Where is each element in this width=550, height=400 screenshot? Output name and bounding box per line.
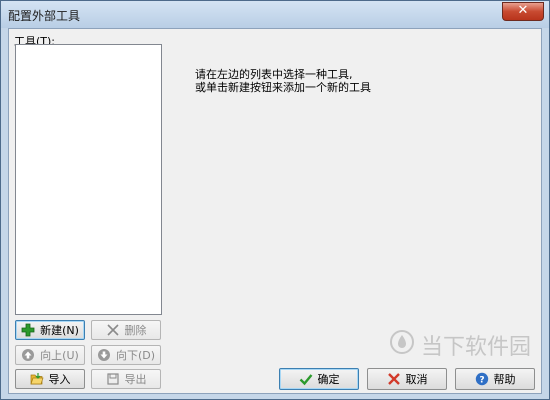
arrow-up-icon (21, 348, 35, 362)
new-tool-label: 新建(N) (40, 324, 79, 337)
window-title: 配置外部工具 (8, 9, 81, 23)
ok-button[interactable]: 确定 (279, 368, 359, 390)
delete-tool-button[interactable]: 删除 (91, 320, 161, 340)
help-label: 帮助 (493, 373, 516, 386)
move-down-label: 向下(D) (115, 349, 156, 362)
watermark-logo-icon (389, 329, 415, 361)
tools-list[interactable] (15, 44, 162, 315)
watermark-text: 当下软件园 (420, 335, 531, 360)
ok-label: 确定 (317, 373, 340, 386)
close-icon: ✕ (517, 3, 529, 18)
instruction-text: 请在左边的列表中选择一种工具, 或单击新建按钮来添加一个新的工具 (195, 68, 371, 94)
dialog-window: 配置外部工具 ✕ 工具(T): 请在左边的列表中选择一种工具, 或单击新建按钮来… (0, 0, 550, 400)
plus-icon (21, 323, 35, 337)
dialog-body: 工具(T): 请在左边的列表中选择一种工具, 或单击新建按钮来添加一个新的工具 … (8, 28, 542, 394)
cancel-button[interactable]: 取消 (367, 368, 447, 390)
move-down-button[interactable]: 向下(D) (91, 345, 161, 365)
import-label: 导入 (48, 373, 71, 386)
help-button[interactable]: ? 帮助 (455, 368, 535, 390)
arrow-down-icon (97, 348, 111, 362)
close-button[interactable]: ✕ (502, 2, 544, 21)
move-up-label: 向上(U) (40, 349, 79, 362)
save-disk-icon (106, 372, 120, 386)
svg-text:?: ? (479, 376, 484, 386)
cancel-label: 取消 (405, 373, 428, 386)
folder-open-icon (30, 372, 44, 386)
delete-tool-label: 删除 (124, 324, 147, 337)
import-button[interactable]: 导入 (15, 369, 85, 389)
delete-x-icon (106, 323, 120, 337)
watermark: 当下软件园 (389, 329, 531, 361)
cancel-x-icon (387, 372, 401, 386)
new-tool-button[interactable]: 新建(N) (15, 320, 85, 340)
help-question-icon: ? (475, 372, 489, 386)
move-up-button[interactable]: 向上(U) (15, 345, 85, 365)
export-button[interactable]: 导出 (91, 369, 161, 389)
export-label: 导出 (124, 373, 147, 386)
instruction-line-1: 请在左边的列表中选择一种工具, (195, 68, 353, 81)
checkmark-icon (299, 372, 313, 386)
instruction-line-2: 或单击新建按钮来添加一个新的工具 (195, 81, 371, 94)
title-bar[interactable]: 配置外部工具 ✕ (1, 1, 549, 28)
